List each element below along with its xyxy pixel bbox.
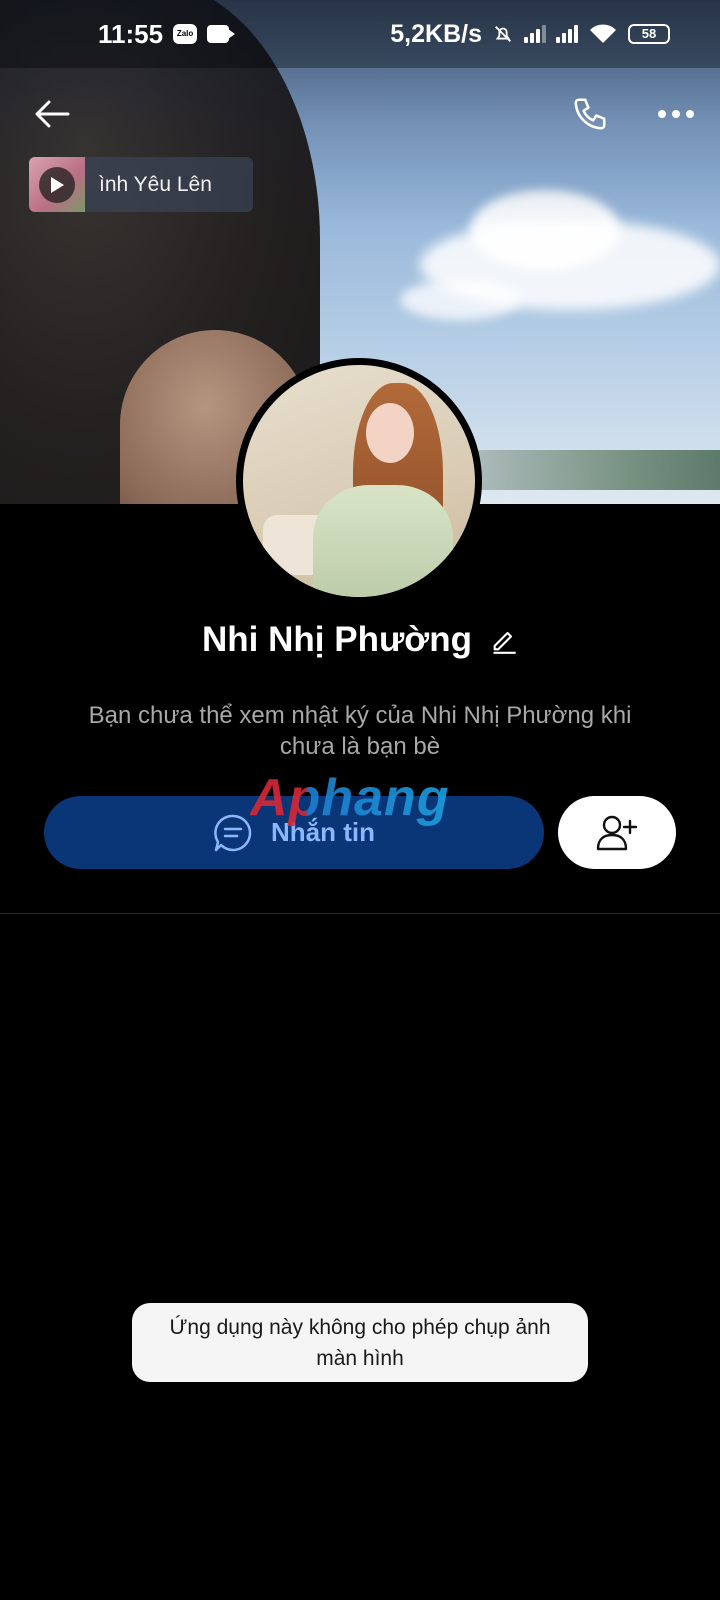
more-button[interactable]: [652, 90, 700, 138]
chat-bubble-icon: [214, 814, 252, 851]
message-button-label: Nhắn tin: [271, 817, 375, 847]
add-friend-button[interactable]: [558, 796, 676, 869]
status-bar: 11:55 Zalo 5,2KB/s 58: [0, 0, 720, 68]
bell-muted-icon: [495, 26, 511, 42]
battery-icon: 58: [628, 24, 670, 44]
phone-icon: [574, 98, 606, 130]
video-call-icon: [207, 25, 236, 43]
play-icon: [39, 166, 75, 203]
section-divider: [0, 913, 720, 914]
avatar-photo: [243, 365, 475, 597]
music-title: ình Yêu Lên: [99, 172, 212, 196]
profile-music-chip[interactable]: ình Yêu Lên: [29, 157, 253, 212]
friend-restriction-text: Bạn chưa thể xem nhật ký của Nhi Nhị Phư…: [88, 702, 632, 760]
wifi-icon: [590, 24, 616, 43]
back-button[interactable]: [28, 90, 76, 138]
avatar-photo-face: [366, 403, 414, 463]
zalo-icon: Zalo: [173, 24, 198, 44]
profile-name-row: Nhi Nhị Phường: [0, 610, 720, 670]
status-right: 5,2KB/s 58: [390, 20, 670, 49]
profile-screen: 11:55 Zalo 5,2KB/s 58 ình Yêu Lên Nhi Nh…: [0, 0, 720, 1600]
pencil-icon[interactable]: [490, 626, 518, 654]
status-time: 11:55: [98, 18, 164, 49]
screenshot-blocked-toast: Ứng dụng này không cho phép chụp ảnh màn…: [132, 1303, 588, 1382]
network-speed: 5,2KB/s: [390, 19, 482, 48]
arrow-left-icon: [35, 100, 70, 128]
message-button[interactable]: Nhắn tin: [44, 796, 544, 869]
add-user-icon: [596, 815, 638, 850]
status-left: 11:55 Zalo: [98, 18, 236, 50]
signal-icon: [556, 25, 578, 43]
signal-icon: [524, 25, 546, 43]
avatar[interactable]: [236, 358, 482, 604]
avatar-photo-dress: [313, 485, 453, 597]
toast-text: Ứng dụng này không cho phép chụp ảnh màn…: [169, 1315, 551, 1370]
music-thumbnail: [29, 157, 85, 212]
call-button[interactable]: [566, 90, 614, 138]
more-horizontal-icon: [658, 110, 694, 118]
profile-name: Nhi Nhị Phường: [202, 620, 472, 659]
